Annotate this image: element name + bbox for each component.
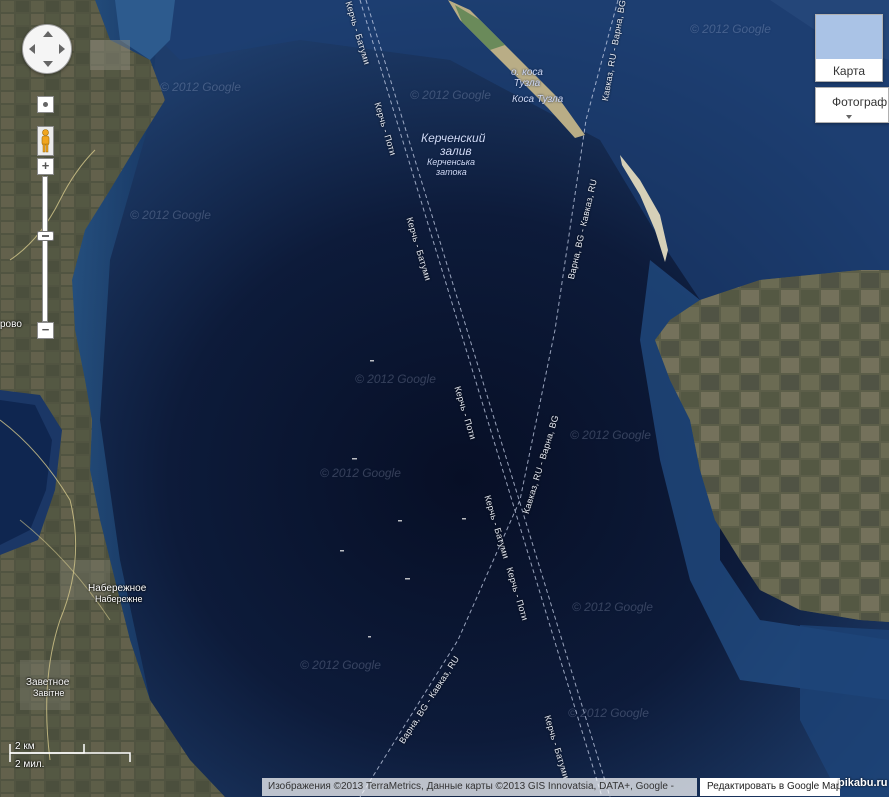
google-watermark: © 2012 Google [130, 208, 211, 222]
handle-grip-icon [42, 235, 49, 237]
scale-imperial: 2 мил. [15, 759, 45, 770]
google-watermark: © 2012 Google [570, 428, 651, 442]
map-type-map-button[interactable]: Карта [815, 14, 883, 82]
zoom-slider-handle[interactable] [37, 231, 54, 241]
place-label-zavetnoe-ua: Завітне [33, 688, 65, 698]
google-watermark: © 2012 Google [568, 706, 649, 720]
map-type-satellite-label: Фотограф [832, 95, 888, 109]
place-label-kerch-bay-ru-1: Керченский [421, 131, 486, 145]
dot-icon [43, 102, 48, 107]
google-watermark: © 2012 Google [300, 658, 381, 672]
map-thumbnail [816, 15, 882, 59]
place-label-zavetnoe-ru: Заветное [26, 677, 70, 688]
pan-control[interactable] [22, 24, 72, 74]
satellite-map[interactable]: © 2012 Google © 2012 Google © 2012 Googl… [0, 0, 889, 797]
google-watermark: © 2012 Google [320, 466, 401, 480]
google-watermark: © 2012 Google [355, 372, 436, 386]
map-type-map-label: Карта [832, 64, 866, 78]
place-label-naberezhnoe-ru: Набережное [88, 583, 147, 594]
google-watermark: © 2012 Google [160, 80, 241, 94]
pan-left-icon[interactable] [29, 44, 35, 54]
site-watermark: pikabu.ru [838, 777, 888, 789]
place-label-kerch-bay-ua-2: затока [436, 167, 467, 177]
scale-metric: 2 км [15, 741, 35, 752]
place-label-edge-fragment: рово [0, 319, 22, 330]
pan-right-icon[interactable] [59, 44, 65, 54]
pan-down-icon[interactable] [43, 61, 53, 67]
place-label-naberezhnoe-ua: Набережне [95, 594, 143, 604]
zoom-out-button[interactable]: − [37, 322, 54, 339]
zoom-in-button[interactable]: + [37, 158, 54, 175]
google-watermark: © 2012 Google [690, 22, 771, 36]
place-label-kerch-bay-ru-2: залив [440, 144, 472, 158]
google-watermark: © 2012 Google [572, 600, 653, 614]
zoom-slider-track[interactable] [42, 176, 48, 322]
place-label-kosa-tuzla-ua: о. коса Тузла [511, 67, 543, 89]
place-label-kosa-tuzla-ru: Коса Тузла [512, 94, 564, 105]
pan-up-icon[interactable] [43, 31, 53, 37]
google-watermark: © 2012 Google [410, 88, 491, 102]
edit-in-google-maps-link[interactable]: Редактировать в Google Map [700, 778, 840, 796]
reset-view-button[interactable] [37, 96, 54, 113]
scale-bar: 2 км 2 мил. [8, 740, 138, 772]
map-attribution: Изображения ©2013 TerraMetrics, Данные к… [262, 778, 697, 796]
chevron-down-icon [846, 115, 852, 119]
place-label-kerch-bay-ua-1: Керченська [427, 157, 476, 167]
pegman-icon [41, 129, 50, 153]
map-type-satellite-button[interactable]: Фотограф [815, 87, 889, 123]
street-view-pegman[interactable] [37, 126, 54, 156]
